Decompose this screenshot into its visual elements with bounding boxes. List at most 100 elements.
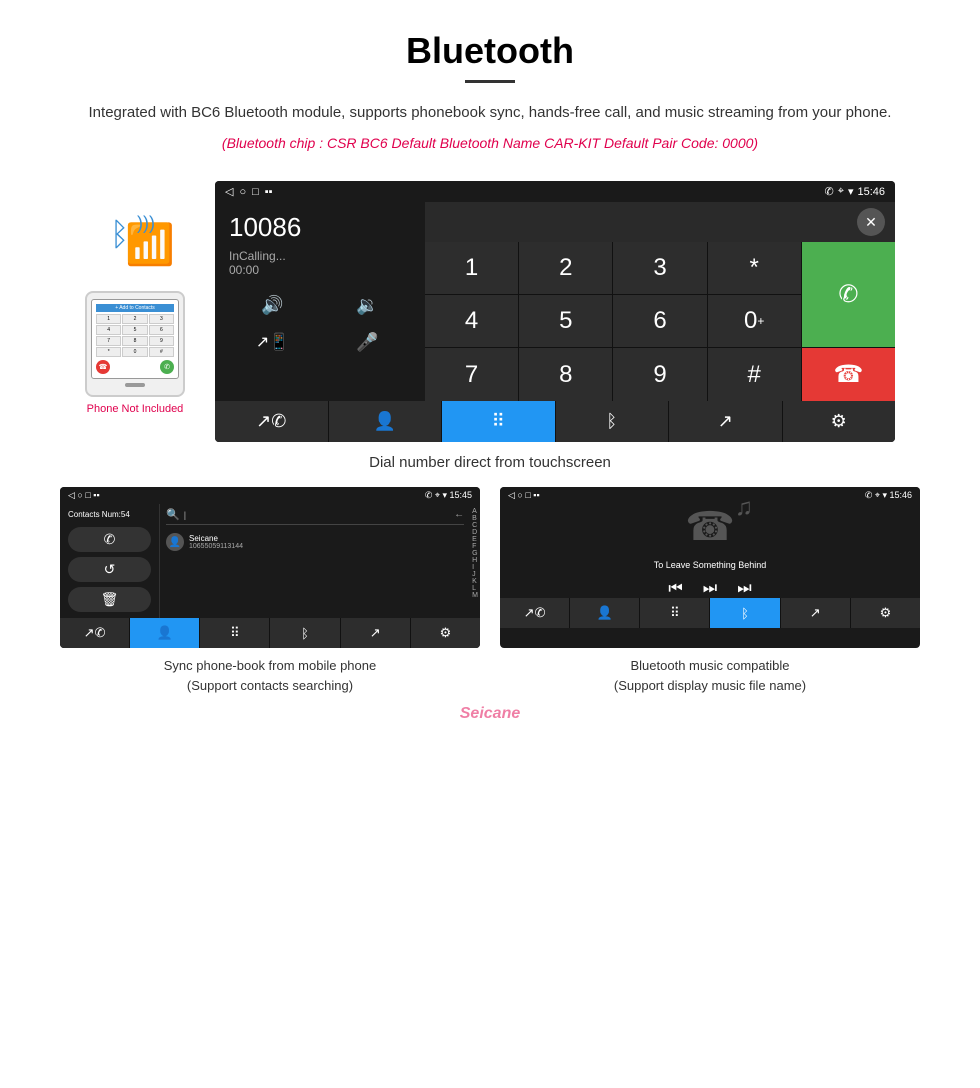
key-0plus[interactable]: 0+ <box>708 295 801 347</box>
key-3[interactable]: 3 <box>613 242 706 294</box>
vol-down-btn[interactable]: 🔉 <box>324 291 411 320</box>
nav-contacts[interactable]: 👤 <box>329 401 442 442</box>
contacts-status-right: ✆ ⌖ ▾ 15:45 <box>425 490 472 501</box>
alpha-i[interactable]: I <box>472 564 478 571</box>
contacts-search-row: 🔍 | ← <box>166 508 464 525</box>
music-nav-call[interactable]: ↗✆ <box>500 598 569 628</box>
music-nav-transfer[interactable]: ↗ <box>781 598 850 628</box>
contacts-nav-settings[interactable]: ⚙ <box>411 618 480 648</box>
sync-action-btn[interactable]: ↺ <box>68 557 151 582</box>
key-5: 5 <box>122 325 147 335</box>
key-2[interactable]: 2 <box>519 242 612 294</box>
alpha-l[interactable]: L <box>472 585 478 592</box>
key-hash[interactable]: # <box>708 348 801 401</box>
key-8[interactable]: 8 <box>519 348 612 401</box>
alpha-b[interactable]: B <box>472 515 478 522</box>
dial-controls: 🔊 🔉 ↗📱 🎤 <box>229 291 411 357</box>
dial-number: 10086 <box>229 212 411 243</box>
contacts-android-screen: ◁ ○ □ ▪▪ ✆ ⌖ ▾ 15:45 Contacts Num:54 ✆ ↺… <box>60 487 480 648</box>
alpha-c[interactable]: C <box>472 522 478 529</box>
key-star[interactable]: * <box>708 242 801 294</box>
dial-left-panel: 10086 InCalling... 00:00 🔊 🔉 ↗📱 🎤 <box>215 202 425 401</box>
dial-bottom-nav: ↗✆ 👤 ⠿ ᛒ ↗ ⚙ <box>215 401 895 442</box>
alpha-k[interactable]: K <box>472 578 478 585</box>
status-bar-left: ◁ ○ □ ▪▪ <box>225 185 273 198</box>
search-backspace[interactable]: ← <box>454 509 464 520</box>
music-bottom-nav: ↗✆ 👤 ⠿ ᛒ ↗ ⚙ <box>500 598 920 628</box>
key-6[interactable]: 6 <box>613 295 706 347</box>
nav-phone-book[interactable]: ↗ <box>669 401 782 442</box>
key-3: 3 <box>149 314 174 324</box>
prev-btn[interactable]: ⏮ <box>668 580 682 598</box>
music-nav-settings[interactable]: ⚙ <box>851 598 920 628</box>
music-status-left: ◁ ○ □ ▪▪ <box>508 490 540 501</box>
contact-list-item[interactable]: 👤 Seicane 10655059113144 <box>166 529 464 555</box>
music-nav-bt[interactable]: ᛒ <box>710 598 779 628</box>
music-status-bar: ◁ ○ □ ▪▪ ✆ ⌖ ▾ 15:46 <box>500 487 920 504</box>
contacts-nav-call[interactable]: ↗✆ <box>60 618 129 648</box>
key-5[interactable]: 5 <box>519 295 612 347</box>
search-cursor: | <box>184 510 186 520</box>
music-nav-contacts[interactable]: 👤 <box>570 598 639 628</box>
key-9[interactable]: 9 <box>613 348 706 401</box>
dial-status-text: InCalling... <box>229 249 411 263</box>
status-bar-right: ✆ ⌖ ▾ 15:46 <box>825 185 885 198</box>
location-icon: ⌖ <box>838 185 844 198</box>
contacts-action-buttons: ✆ ↺ 🗑 <box>68 527 151 612</box>
alpha-f[interactable]: F <box>472 543 478 550</box>
music-icon-area: ☎ ♫ <box>685 504 735 550</box>
key-1[interactable]: 1 <box>425 242 518 294</box>
music-status-right: ✆ ⌖ ▾ 15:46 <box>865 490 912 501</box>
nav-settings[interactable]: ⚙ <box>783 401 896 442</box>
search-icon: 🔍 <box>166 508 180 521</box>
alpha-h[interactable]: H <box>472 557 478 564</box>
key-8: 8 <box>122 336 147 346</box>
small-call: ✆ <box>160 360 174 374</box>
key-1: 1 <box>96 314 121 324</box>
nav-call-transfer[interactable]: ↗✆ <box>215 401 328 442</box>
keypad-grid: 1 2 3 * ✆ 4 5 6 0+ 7 8 9 # ☎ <box>425 242 895 401</box>
delete-action-btn[interactable]: 🗑 <box>68 587 151 612</box>
contacts-body: Contacts Num:54 ✆ ↺ 🗑 🔍 | ← 👤 <box>60 504 480 618</box>
key-4[interactable]: 4 <box>425 295 518 347</box>
key-9: 9 <box>149 336 174 346</box>
header-description: Integrated with BC6 Bluetooth module, su… <box>60 101 920 125</box>
music-body: ☎ ♫ To Leave Something Behind ⏮ ⏭ ⏭ <box>500 504 920 598</box>
green-call-btn[interactable]: ✆ <box>802 242 895 347</box>
red-end-btn[interactable]: ☎ <box>802 348 895 401</box>
time-display: 15:46 <box>857 186 885 198</box>
wifi-icon: ▾ <box>848 185 854 198</box>
next-btn[interactable]: ⏭ <box>737 580 751 598</box>
alpha-j[interactable]: J <box>472 571 478 578</box>
seicane-watermark: Seicane <box>0 705 980 723</box>
nav-bluetooth[interactable]: ᛒ <box>556 401 669 442</box>
phone-home-button <box>125 383 145 387</box>
backspace-btn[interactable]: ✕ <box>857 208 885 236</box>
header-section: Bluetooth Integrated with BC6 Bluetooth … <box>0 0 980 171</box>
call-action-btn[interactable]: ✆ <box>68 527 151 552</box>
music-caption-line1: Bluetooth music compatible <box>631 658 790 673</box>
alpha-g[interactable]: G <box>472 550 478 557</box>
nav-keypad[interactable]: ⠿ <box>442 401 555 442</box>
contacts-nav-transfer[interactable]: ↗ <box>341 618 410 648</box>
play-next-btn[interactable]: ⏭ <box>703 580 717 598</box>
alpha-e[interactable]: E <box>472 536 478 543</box>
recents-icon: □ <box>252 186 259 198</box>
vol-up-btn[interactable]: 🔊 <box>229 291 316 320</box>
contact-number: 10655059113144 <box>189 543 243 550</box>
mic-btn[interactable]: 🎤 <box>324 328 411 357</box>
contacts-nav-keypad[interactable]: ⠿ <box>200 618 269 648</box>
contacts-caption-line1: Sync phone-book from mobile phone <box>164 658 376 673</box>
key-7[interactable]: 7 <box>425 348 518 401</box>
contacts-nav-contacts[interactable]: 👤 <box>130 618 199 648</box>
contact-info: Seicane 10655059113144 <box>189 534 243 550</box>
alpha-a[interactable]: A <box>472 508 478 515</box>
music-screen-wrap: ◁ ○ □ ▪▪ ✆ ⌖ ▾ 15:46 ☎ ♫ To Leave Someth… <box>500 487 920 695</box>
small-end-call: ☎ <box>96 360 110 374</box>
music-nav-keypad[interactable]: ⠿ <box>640 598 709 628</box>
key-0: 0 <box>122 347 147 357</box>
alpha-m[interactable]: M <box>472 592 478 599</box>
contacts-nav-bt[interactable]: ᛒ <box>270 618 339 648</box>
alpha-d[interactable]: D <box>472 529 478 536</box>
transfer-btn[interactable]: ↗📱 <box>229 328 316 357</box>
